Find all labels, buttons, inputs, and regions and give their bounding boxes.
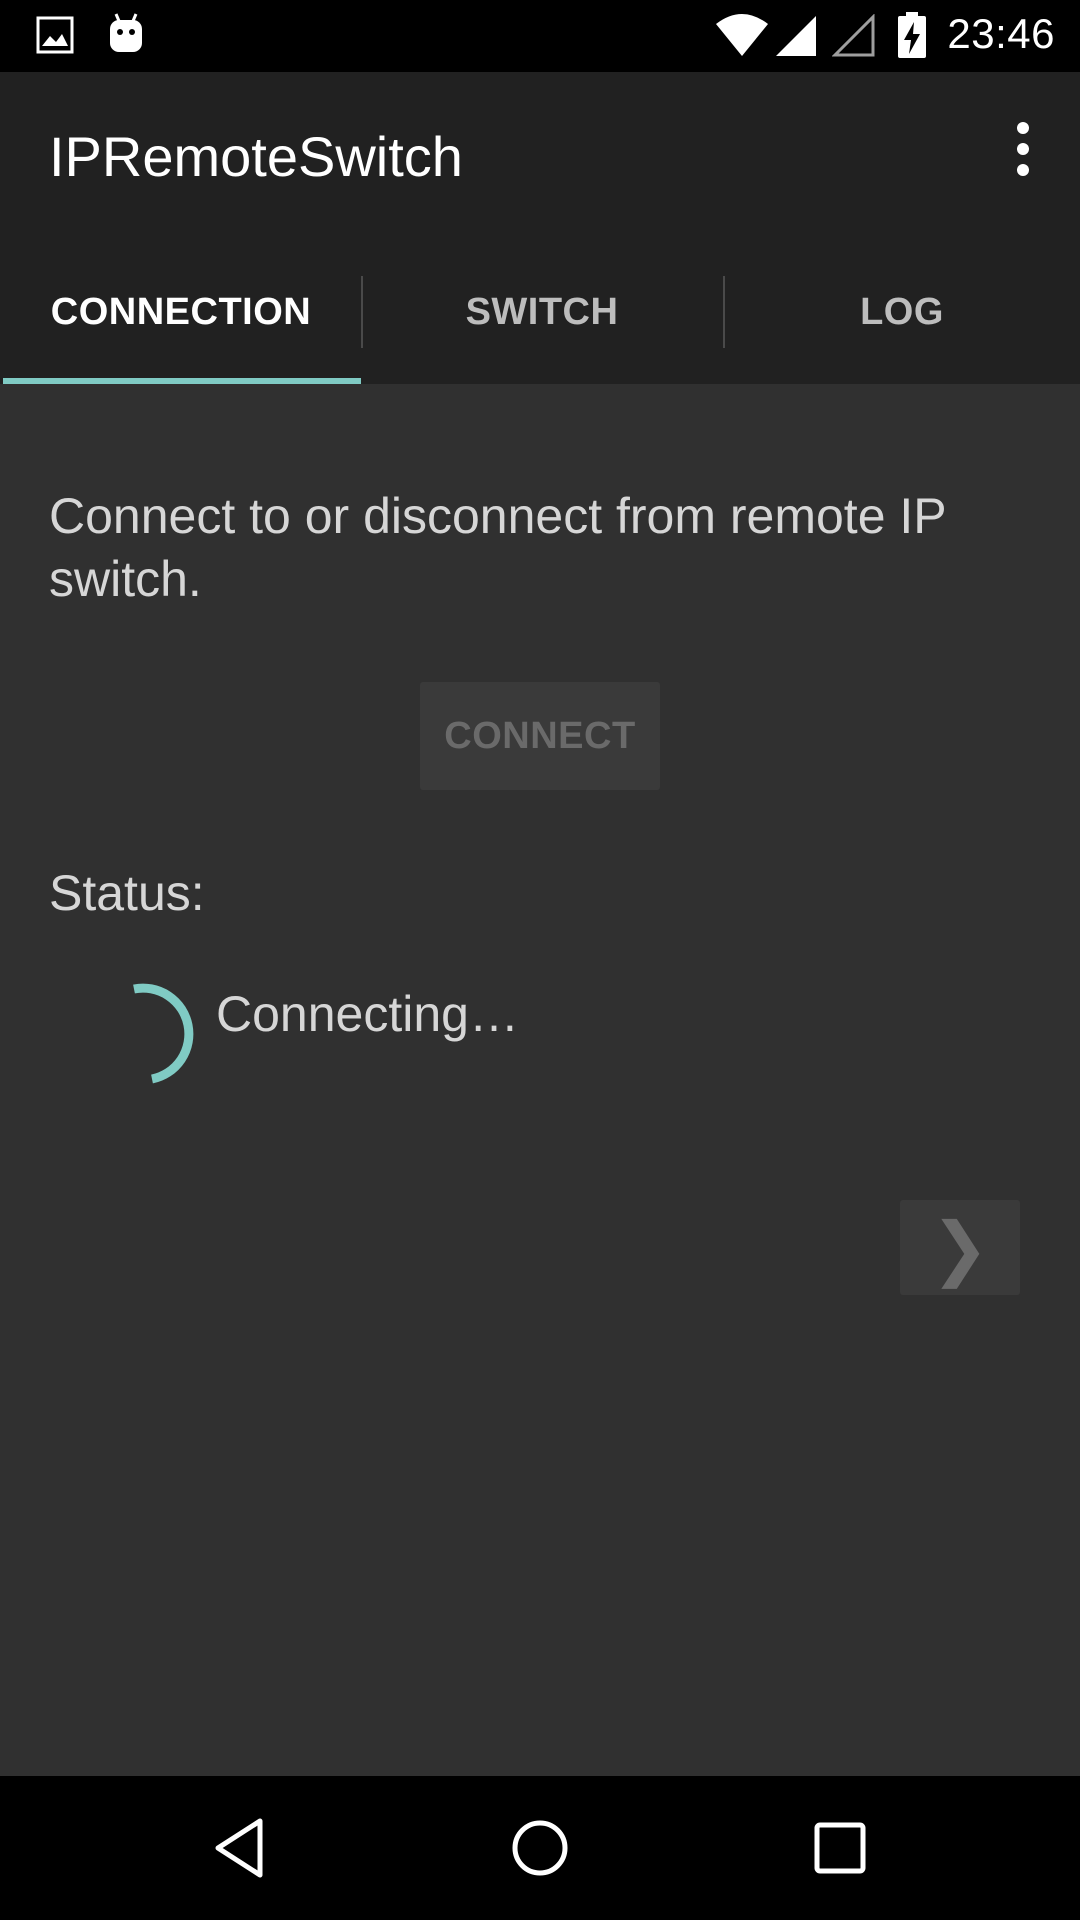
navigation-bar	[0, 1776, 1080, 1920]
cell-signal-empty-icon	[832, 14, 875, 57]
connect-button[interactable]: CONNECT	[420, 682, 660, 790]
back-button[interactable]	[190, 1798, 290, 1898]
back-icon	[215, 1818, 263, 1878]
clock: 23:46	[947, 10, 1055, 57]
status-bar: 23:46	[0, 0, 1080, 72]
recents-icon	[814, 1822, 866, 1874]
cell-signal-icon	[776, 16, 816, 56]
status-value: Connecting…	[216, 986, 519, 1042]
tab-divider	[361, 276, 363, 348]
more-options-button[interactable]	[988, 112, 1058, 188]
chevron-right-icon: ❯	[930, 1206, 990, 1289]
status-label: Status:	[49, 865, 205, 921]
tab-switch[interactable]: SWITCH	[362, 256, 722, 368]
next-button[interactable]: ❯	[900, 1200, 1020, 1295]
app-title: IPRemoteSwitch	[49, 125, 463, 188]
progress-spinner	[133, 983, 194, 1084]
tab-connection[interactable]: CONNECTION	[0, 256, 362, 368]
recents-button[interactable]	[790, 1798, 890, 1898]
home-icon	[512, 1820, 568, 1876]
battery-charging-icon	[898, 12, 926, 58]
image-notification-icon	[36, 16, 74, 54]
connection-description: Connect to or disconnect from remote IP …	[49, 488, 946, 607]
tab-divider	[723, 276, 725, 348]
home-button[interactable]	[490, 1798, 590, 1898]
more-vert-icon	[1017, 122, 1029, 176]
tab-indicator	[3, 378, 361, 384]
android-debug-icon	[110, 13, 142, 52]
tab-log[interactable]: LOG	[724, 256, 1080, 368]
wifi-icon	[716, 14, 768, 56]
